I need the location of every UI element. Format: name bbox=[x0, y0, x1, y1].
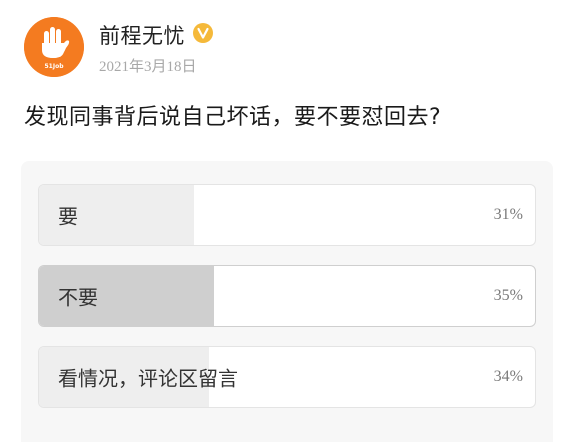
poll-card: 要 31% 不要 35% 看情况，评论区留言 34% bbox=[21, 161, 553, 442]
poll-option-percent: 31% bbox=[493, 206, 523, 223]
poll-option-percent: 34% bbox=[493, 368, 523, 385]
poll-option-percent: 35% bbox=[493, 287, 523, 304]
weibo-post: 51Job 前程无忧 2021年3月18日 发现同事背后说自己坏话，要不要怼回去… bbox=[0, 0, 582, 442]
post-date[interactable]: 2021年3月18日 bbox=[99, 55, 197, 76]
post-text: 发现同事背后说自己坏话，要不要怼回去? bbox=[24, 105, 442, 130]
poll-option-label: 不要 bbox=[58, 285, 98, 310]
poll-option[interactable]: 要 31% bbox=[38, 184, 536, 246]
hand-logo-icon: 51Job bbox=[24, 17, 84, 77]
avatar-caption: 51Job bbox=[45, 63, 65, 70]
avatar[interactable]: 51Job bbox=[24, 17, 84, 77]
poll-option-label: 看情况，评论区留言 bbox=[58, 366, 238, 391]
poll-option[interactable]: 看情况，评论区留言 34% bbox=[38, 346, 536, 408]
poll-option-selected[interactable]: 不要 35% bbox=[38, 265, 536, 327]
verified-badge-icon bbox=[193, 23, 213, 43]
poll-option-label: 要 bbox=[58, 204, 78, 229]
author-name[interactable]: 前程无忧 bbox=[99, 20, 185, 50]
